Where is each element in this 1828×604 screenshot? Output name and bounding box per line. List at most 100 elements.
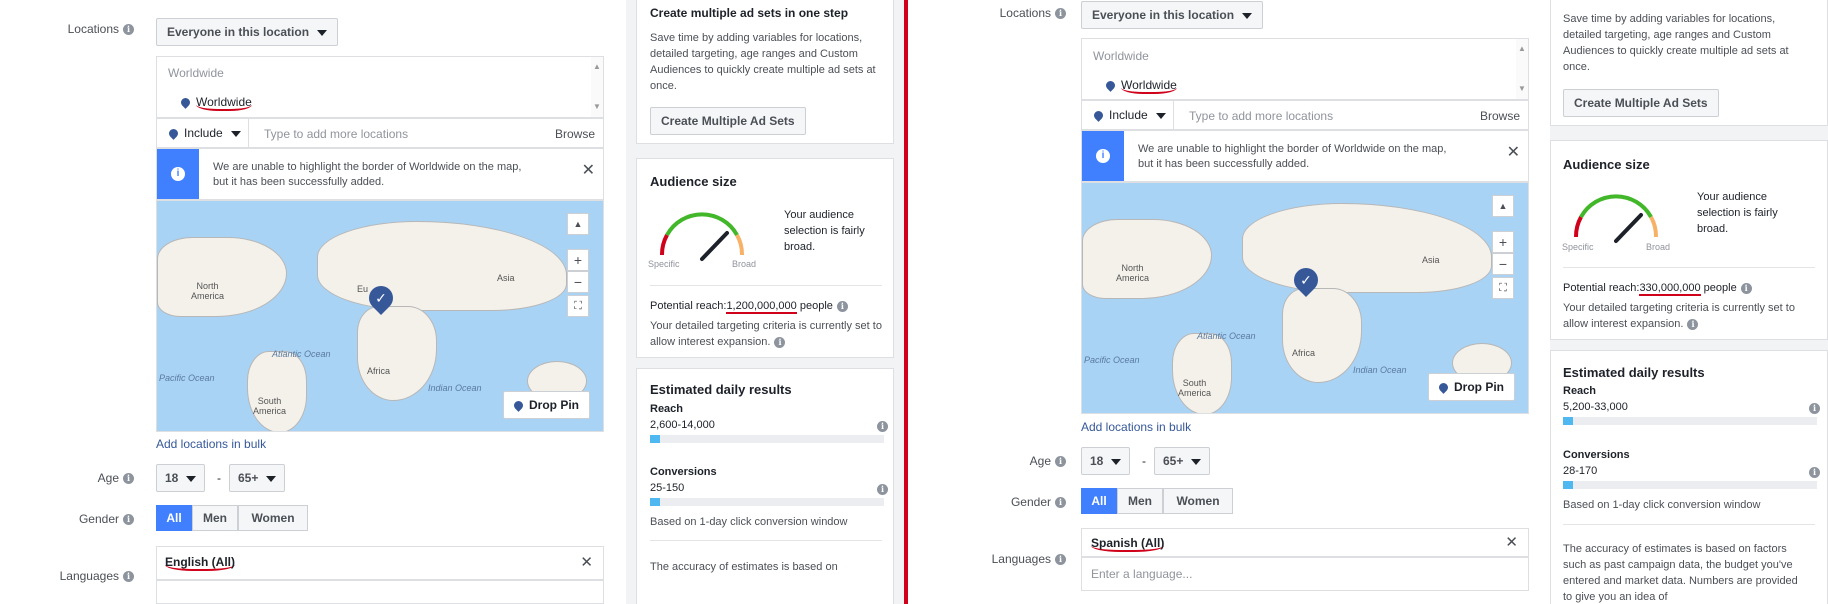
age-label: Age i (968, 454, 1066, 468)
info-icon[interactable]: i (877, 421, 888, 432)
location-type-dropdown[interactable]: Everyone in this location (1081, 1, 1264, 29)
drop-pin-button[interactable]: Drop Pin (1428, 373, 1515, 401)
map-marker-icon[interactable]: ✓ (1289, 263, 1323, 297)
scrollbar[interactable]: ▲ ▼ (1516, 39, 1528, 99)
info-icon[interactable]: i (1055, 497, 1066, 509)
add-locations-bulk-link[interactable]: Add locations in bulk (156, 437, 266, 451)
audience-divider (1563, 267, 1815, 268)
scrollbar[interactable]: ▲ ▼ (591, 57, 603, 117)
targeting-note: Your detailed targeting criteria is curr… (1563, 302, 1795, 330)
map-collapse-button[interactable]: ▲ (1492, 195, 1514, 217)
location-search-input[interactable]: Type to add more locations (1189, 109, 1333, 123)
zoom-in-button[interactable]: + (1492, 231, 1514, 253)
location-search-input[interactable]: Type to add more locations (264, 127, 408, 141)
map-label-pacific: Pacific Ocean (159, 373, 215, 383)
chevron-down-icon (230, 130, 241, 137)
gender-women-button[interactable]: Women (1163, 488, 1233, 514)
location-type-dropdown[interactable]: Everyone in this location (156, 18, 339, 46)
location-list[interactable]: Worldwide Worldwide ▲ ▼ (156, 56, 604, 118)
age-max-dropdown[interactable]: 65+ (229, 464, 286, 492)
map-label-asia: Asia (497, 273, 515, 283)
conversions-range: 25-150 (650, 482, 685, 494)
audience-size-card: Audience size Specific Broad Your audien… (636, 158, 894, 358)
languages-label: Languages i (40, 569, 134, 583)
gender-men-button[interactable]: Men (192, 505, 238, 531)
browse-button[interactable]: Browse (555, 127, 595, 141)
drop-pin-button[interactable]: Drop Pin (503, 391, 590, 419)
language-token[interactable]: Spanish (All) (1091, 536, 1165, 552)
info-icon[interactable]: i (1055, 456, 1066, 468)
estimated-results-card: Estimated daily results Reach 2,600-14,0… (636, 368, 894, 604)
info-icon[interactable]: i (836, 300, 848, 312)
reach-range: 5,200-33,000 (1563, 401, 1628, 413)
fullscreen-icon[interactable]: ⛶ (1492, 277, 1514, 299)
age-min-dropdown[interactable]: 18 (1081, 447, 1131, 475)
info-icon[interactable]: i (1740, 282, 1752, 294)
reach-bar (1563, 417, 1817, 425)
left-sidebar: Create multiple ad sets in one step Save… (626, 0, 904, 604)
map-notice: i We are unable to highlight the border … (1081, 130, 1529, 182)
close-icon[interactable]: ✕ (1505, 533, 1518, 551)
info-icon[interactable]: i (123, 24, 134, 36)
age-max-dropdown[interactable]: 65+ (1154, 447, 1211, 475)
fullscreen-icon[interactable]: ⛶ (567, 295, 589, 317)
language-input[interactable] (156, 580, 604, 604)
info-icon[interactable]: i (123, 473, 134, 485)
info-icon[interactable]: i (1687, 318, 1699, 330)
info-icon[interactable]: i (774, 336, 786, 348)
language-token[interactable]: English (All) (165, 555, 235, 571)
conversions-bar-fill (1563, 481, 1573, 489)
conversion-window: Based on 1-day click conversion window (650, 516, 848, 528)
language-field[interactable]: English (All) ✕ (156, 546, 604, 580)
notice-line-2: but it has been successfully added. (1138, 158, 1310, 170)
gender-men-button[interactable]: Men (1117, 488, 1163, 514)
zoom-out-button[interactable]: − (1492, 253, 1514, 275)
create-multiple-ad-sets-button[interactable]: Create Multiple Ad Sets (1563, 89, 1719, 117)
language-input[interactable]: Enter a language... (1081, 557, 1529, 591)
info-icon[interactable]: i (877, 484, 888, 495)
reach-bar-fill (650, 435, 660, 443)
info-icon[interactable]: i (1055, 554, 1066, 566)
close-icon[interactable]: ✕ (582, 163, 595, 179)
chevron-down-icon (1111, 458, 1122, 465)
include-dropdown[interactable]: Include (157, 119, 249, 147)
location-list[interactable]: Worldwide Worldwide ▲ ▼ (1081, 38, 1529, 100)
map-collapse-button[interactable]: ▲ (567, 213, 589, 235)
gender-all-button[interactable]: All (156, 505, 192, 531)
world-map[interactable]: North America Asia Atlantic Ocean Pacifi… (1081, 182, 1529, 414)
left-screenshot: Locations i Everyone in this location Wor… (0, 0, 904, 604)
zoom-out-button[interactable]: − (567, 271, 589, 293)
language-field[interactable]: Spanish (All) ✕ (1081, 528, 1529, 557)
add-locations-bulk-link[interactable]: Add locations in bulk (1081, 420, 1191, 434)
gender-women-button[interactable]: Women (238, 505, 308, 531)
world-map[interactable]: North America Eu Asia Atlantic Ocean Pac… (156, 200, 604, 432)
info-icon[interactable]: i (1809, 403, 1820, 414)
include-dropdown[interactable]: Include (1082, 101, 1174, 129)
map-marker-icon[interactable]: ✓ (364, 281, 398, 315)
selected-location[interactable]: Worldwide (179, 95, 252, 111)
info-icon[interactable]: i (123, 571, 134, 583)
info-icon[interactable]: i (1055, 8, 1066, 20)
close-icon[interactable]: ✕ (580, 553, 593, 571)
age-min-dropdown[interactable]: 18 (156, 464, 206, 492)
gender-all-button[interactable]: All (1081, 488, 1117, 514)
create-multiple-ad-sets-button[interactable]: Create Multiple Ad Sets (650, 107, 806, 135)
info-icon[interactable]: i (1809, 467, 1820, 478)
audience-desc: Your audience selection is fairly broad. (784, 209, 865, 253)
age-separator: - (217, 471, 221, 485)
location-pin-icon (1437, 381, 1450, 395)
browse-button[interactable]: Browse (1480, 109, 1520, 123)
conversions-range: 28-170 (1563, 465, 1598, 477)
close-icon[interactable]: ✕ (1507, 145, 1520, 161)
location-pin-icon (512, 399, 525, 413)
map-label-indian: Indian Ocean (428, 383, 482, 393)
zoom-in-button[interactable]: + (567, 249, 589, 271)
estimated-results-title: Estimated daily results (650, 382, 792, 397)
map-label-africa: Africa (367, 366, 391, 376)
info-icon[interactable]: i (123, 514, 134, 526)
notice-line-1: We are unable to highlight the border of… (213, 161, 522, 173)
eurasia-shape (317, 221, 567, 311)
list-header: Worldwide (168, 66, 224, 80)
selected-location[interactable]: Worldwide (1104, 78, 1177, 94)
map-label-south-america: South America (253, 396, 287, 416)
